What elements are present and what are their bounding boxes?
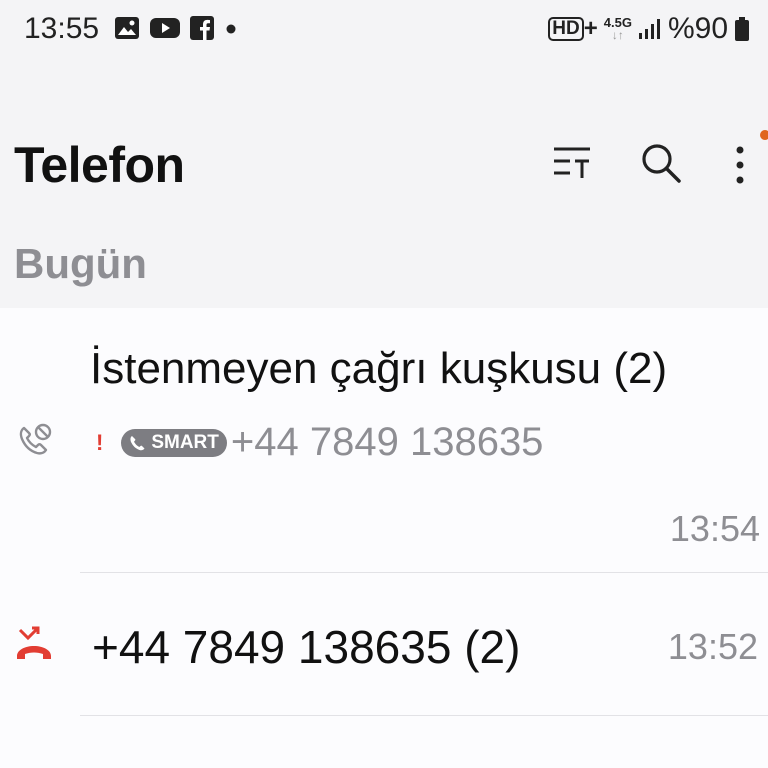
filter-icon[interactable]	[552, 142, 592, 182]
phone-icon	[130, 435, 145, 450]
call-time: 13:52	[667, 626, 758, 667]
caller-number: +44 7849 138635	[230, 420, 544, 464]
data-arrows-icon: 4.5G ↓↑	[603, 15, 632, 42]
hd-plus: +	[583, 15, 598, 42]
signal-icon	[638, 19, 660, 39]
call-details: ! SMART +44 7849 138635	[96, 420, 543, 465]
status-right: HD + 4.5G ↓↑ %90	[548, 12, 750, 46]
more-vertical-icon[interactable]	[728, 140, 752, 188]
battery-icon	[735, 17, 749, 41]
status-bar: 13:55 HD + 4.5G ↓↑ %90	[0, 0, 768, 62]
call-list: İstenmeyen çağrı kuşkusu (2) ! SMART +44…	[0, 308, 768, 768]
call-time: 13:54	[669, 508, 760, 549]
gallery-icon	[115, 17, 139, 39]
facebook-icon	[190, 16, 214, 40]
missed-call-icon	[17, 626, 51, 659]
notification-icons	[114, 16, 238, 40]
section-label-today: Bugün	[14, 240, 147, 287]
caller-name: İstenmeyen çağrı kuşkusu (2)	[90, 344, 668, 393]
call-log-item[interactable]: İstenmeyen çağrı kuşkusu (2) ! SMART +44…	[0, 308, 768, 572]
hd-voice-icon: HD +	[548, 15, 598, 43]
youtube-icon	[150, 18, 180, 38]
page-title: Telefon	[14, 137, 185, 193]
dot-icon	[226, 24, 236, 34]
smart-badge-label: SMART	[151, 431, 219, 453]
smart-badge: SMART	[121, 428, 227, 457]
phone-screen: 13:55 HD + 4.5G ↓↑ %90 Telefon Bugün İst…	[0, 0, 768, 768]
battery-text: %90	[667, 12, 728, 45]
caller-name: +44 7849 138635 (2)	[92, 621, 521, 673]
hd-badge: HD	[548, 17, 584, 41]
notification-dot	[760, 130, 768, 140]
blocked-call-icon	[19, 423, 52, 455]
status-time: 13:55	[24, 12, 100, 45]
alert-mark: !	[96, 429, 104, 455]
divider	[80, 715, 768, 716]
search-icon[interactable]	[640, 142, 682, 184]
